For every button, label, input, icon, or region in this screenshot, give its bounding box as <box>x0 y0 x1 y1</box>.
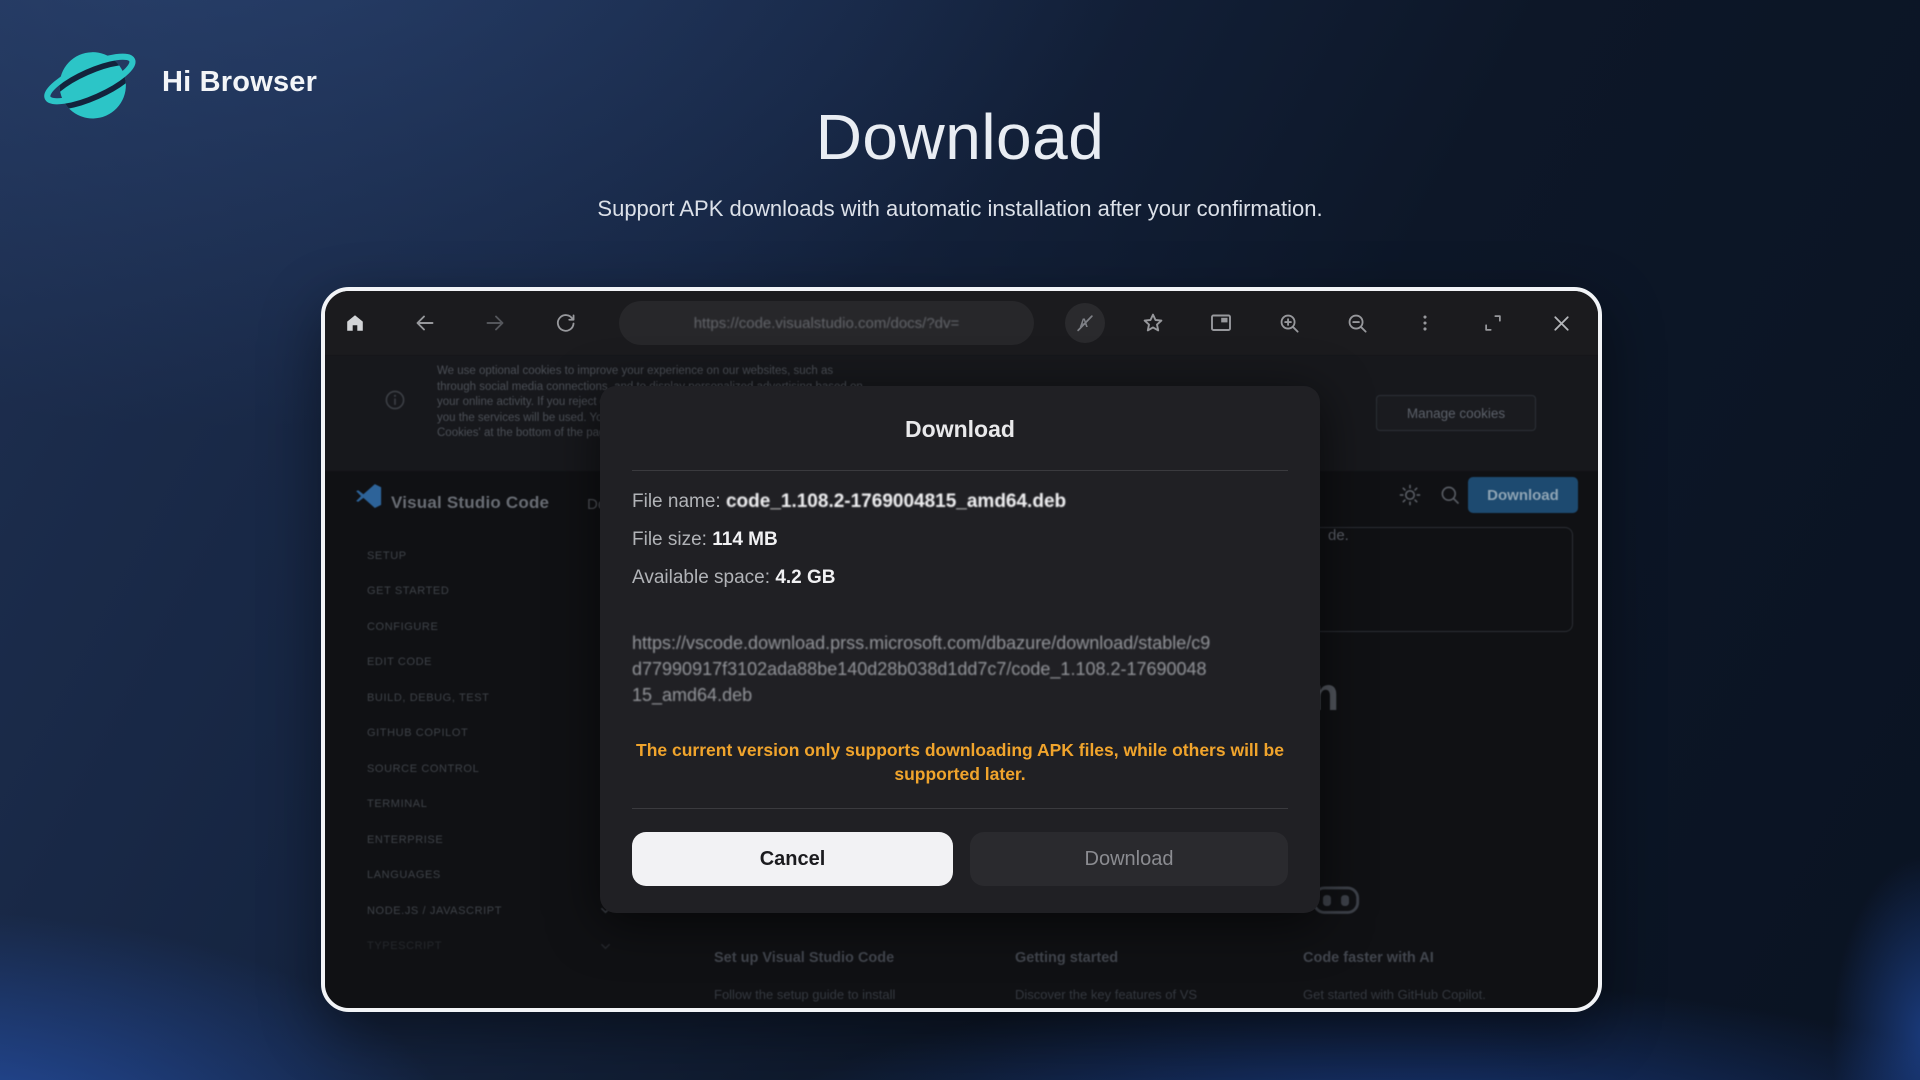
available-space-row: Available space: 4.2 GB <box>632 567 836 589</box>
menu-kebab-icon[interactable] <box>1405 303 1445 343</box>
fullscreen-icon[interactable] <box>1473 303 1513 343</box>
picture-in-picture-icon[interactable] <box>1201 303 1241 343</box>
zoom-in-icon[interactable] <box>1269 303 1309 343</box>
download-dialog: Download File name: code_1.108.2-1769004… <box>600 386 1320 913</box>
dialog-download-button[interactable]: Download <box>970 832 1288 886</box>
sidebar-item-languages[interactable]: LANGUAGES <box>367 858 611 894</box>
bookmark-star-icon[interactable] <box>1133 303 1173 343</box>
file-name-row: File name: code_1.108.2-1769004815_amd64… <box>632 491 1066 513</box>
divider <box>632 470 1288 471</box>
vscode-logo-icon <box>355 483 383 511</box>
sidebar-item-configure[interactable]: CONFIGURE <box>367 609 611 645</box>
available-space-value: 4.2 GB <box>775 567 835 588</box>
notice-text-fragment: de. <box>1328 527 1349 544</box>
brand-name: Hi Browser <box>162 66 317 99</box>
back-icon[interactable] <box>405 303 445 343</box>
docs-sidebar: SETUP GET STARTED CONFIGURE EDIT CODE BU… <box>367 538 611 964</box>
sidebar-item-setup[interactable]: SETUP <box>367 538 611 574</box>
cancel-button[interactable]: Cancel <box>632 832 953 886</box>
close-icon[interactable] <box>1541 303 1581 343</box>
card-code-faster-ai[interactable]: Code faster with AI Get started with Git… <box>1303 950 1583 1002</box>
browser-toolbar: https://code.visualstudio.com/docs/?dv= … <box>325 291 1598 355</box>
file-name-label: File name: <box>632 491 726 512</box>
address-url: https://code.visualstudio.com/docs/?dv= <box>694 315 960 332</box>
reload-icon[interactable] <box>545 303 585 343</box>
sidebar-item-typescript[interactable]: TYPESCRIPT <box>367 929 611 965</box>
manage-cookies-button[interactable]: Manage cookies <box>1376 395 1536 431</box>
theme-sun-icon[interactable] <box>1398 483 1422 512</box>
page-background: Hi Browser Download Support APK download… <box>0 0 1920 1080</box>
zoom-out-icon[interactable] <box>1337 303 1377 343</box>
site-brand-name[interactable]: Visual Studio Code <box>391 493 549 513</box>
page-subtitle: Support APK downloads with automatic ins… <box>0 196 1920 222</box>
sidebar-item-nodejs-javascript[interactable]: NODE.JS / JAVASCRIPT <box>367 893 611 929</box>
sidebar-item-build-debug-test[interactable]: BUILD, DEBUG, TEST <box>367 680 611 716</box>
file-size-row: File size: 114 MB <box>632 529 778 551</box>
search-icon[interactable] <box>1438 483 1462 512</box>
sidebar-item-enterprise[interactable]: ENTERPRISE <box>367 822 611 858</box>
browser-window: https://code.visualstudio.com/docs/?dv= … <box>321 287 1602 1012</box>
card-getting-started[interactable]: Getting started Discover the key feature… <box>1015 950 1295 1002</box>
download-url: https://vscode.download.prss.microsoft.c… <box>632 630 1214 708</box>
divider <box>632 808 1288 809</box>
chevron-down-icon <box>600 943 611 950</box>
forward-icon[interactable] <box>475 303 515 343</box>
translate-off-icon[interactable]: A <box>1065 303 1105 343</box>
info-icon <box>383 388 407 417</box>
apk-warning-text: The current version only supports downlo… <box>630 738 1290 786</box>
file-name-value: code_1.108.2-1769004815_amd64.deb <box>726 491 1066 512</box>
site-download-button[interactable]: Download <box>1468 477 1578 513</box>
sidebar-item-source-control[interactable]: SOURCE CONTROL <box>367 751 611 787</box>
sidebar-item-get-started[interactable]: GET STARTED <box>367 574 611 610</box>
home-icon[interactable] <box>335 303 375 343</box>
file-size-label: File size: <box>632 529 712 550</box>
sidebar-item-edit-code[interactable]: EDIT CODE <box>367 645 611 681</box>
sidebar-item-github-copilot[interactable]: GITHUB COPILOT <box>367 716 611 752</box>
sidebar-item-terminal[interactable]: TERMINAL <box>367 787 611 823</box>
file-size-value: 114 MB <box>712 529 777 550</box>
address-bar[interactable]: https://code.visualstudio.com/docs/?dv= <box>619 301 1034 345</box>
dialog-title: Download <box>600 416 1320 443</box>
available-space-label: Available space: <box>632 567 775 588</box>
toolbar-right-group: A <box>1065 303 1581 343</box>
page-title: Download <box>0 100 1920 174</box>
toolbar-left-group <box>335 303 585 343</box>
card-setup[interactable]: Set up Visual Studio Code Follow the set… <box>714 950 994 1002</box>
